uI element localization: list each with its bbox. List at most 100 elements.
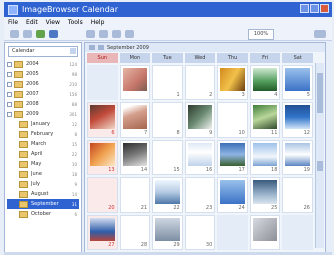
calendar-day-cell[interactable]: 11 xyxy=(249,102,281,138)
calendar-day-cell[interactable]: 7 xyxy=(119,102,151,138)
calendar-day-cell[interactable]: 5 xyxy=(282,65,313,101)
expand-icon[interactable] xyxy=(7,91,12,97)
photo-thumbnail[interactable] xyxy=(155,217,180,241)
back-icon[interactable] xyxy=(10,29,19,38)
tree-item[interactable]: June 18 xyxy=(7,169,79,179)
forward-icon[interactable] xyxy=(23,29,32,38)
menu-item-edit[interactable]: Edit xyxy=(26,19,38,26)
calendar-day-cell[interactable]: 22 xyxy=(152,177,183,213)
maximize-button[interactable] xyxy=(310,4,319,13)
import-icon[interactable] xyxy=(49,29,58,38)
calendar-day-cell[interactable]: 8 xyxy=(152,102,183,138)
photo-thumbnail[interactable] xyxy=(220,68,245,92)
photo-thumbnail[interactable] xyxy=(252,217,278,241)
tree-item[interactable]: April 22 xyxy=(7,149,79,159)
calendar-day-cell[interactable]: 1 xyxy=(152,65,183,101)
calendar-day-cell[interactable]: 23 xyxy=(184,177,216,213)
slideshow-icon[interactable] xyxy=(112,29,121,38)
calendar-day-cell[interactable]: 14 xyxy=(119,139,151,176)
expand-icon[interactable] xyxy=(7,111,12,117)
calendar-day-cell[interactable]: 30 xyxy=(184,214,216,250)
calendar-day-cell[interactable]: 15 xyxy=(152,139,183,176)
photo-thumbnail[interactable] xyxy=(155,180,180,204)
photo-thumbnail[interactable] xyxy=(220,180,245,204)
print-icon[interactable] xyxy=(125,29,134,38)
photo-thumbnail[interactable] xyxy=(90,142,115,167)
tree-item[interactable]: February 8 xyxy=(7,129,79,139)
calendar-day-cell[interactable]: 13 xyxy=(87,139,118,176)
rotate-right-icon[interactable] xyxy=(99,29,108,38)
expand-icon[interactable] xyxy=(7,71,12,77)
photo-thumbnail[interactable] xyxy=(285,142,310,167)
close-button[interactable] xyxy=(320,4,329,13)
photo-thumbnail[interactable] xyxy=(285,105,310,129)
photo-thumbnail[interactable] xyxy=(187,105,213,129)
calendar-day-cell[interactable]: 24 xyxy=(217,177,248,213)
photo-thumbnail[interactable] xyxy=(187,142,213,167)
tree-item[interactable]: 2005 98 xyxy=(7,69,79,79)
calendar-day-cell[interactable]: 29 xyxy=(152,214,183,250)
prev-month-icon[interactable] xyxy=(89,45,95,50)
tree-item[interactable]: July 9 xyxy=(7,179,79,189)
calendar-day-cell[interactable]: 21 xyxy=(119,177,151,213)
calendar-day-cell[interactable]: 18 xyxy=(249,139,281,176)
tree-item[interactable]: May 10 xyxy=(7,159,79,169)
next-month-icon[interactable] xyxy=(98,45,104,50)
expand-icon[interactable] xyxy=(7,81,12,87)
refresh-icon[interactable] xyxy=(36,29,45,38)
calendar-day-cell[interactable]: 10 xyxy=(217,102,248,138)
photo-thumbnail[interactable] xyxy=(252,142,278,167)
menu-item-help[interactable]: Help xyxy=(91,19,105,26)
zoom-select[interactable]: 100% xyxy=(248,29,274,40)
photo-thumbnail[interactable] xyxy=(252,68,278,92)
calendar-day-cell[interactable]: 17 xyxy=(217,139,248,176)
calendar-day-cell[interactable]: 19 xyxy=(282,139,313,176)
tree-item[interactable]: January 12 xyxy=(7,119,79,129)
photo-thumbnail[interactable] xyxy=(252,105,278,129)
tree-item[interactable]: 2007 156 xyxy=(7,89,79,99)
expand-icon[interactable] xyxy=(7,61,12,67)
calendar-day-cell[interactable]: 16 xyxy=(184,139,216,176)
photo-thumbnail[interactable] xyxy=(90,217,115,241)
calendar-day-cell[interactable] xyxy=(249,214,281,250)
calendar-day-cell[interactable]: 27 xyxy=(87,214,118,250)
photo-thumbnail[interactable] xyxy=(122,68,148,92)
tree-item[interactable]: 2004 124 xyxy=(7,59,79,69)
calendar-day-cell[interactable]: 6 xyxy=(87,102,118,138)
calendar-day-cell[interactable]: 4 xyxy=(249,65,281,101)
tree-item[interactable]: 2009 301 xyxy=(7,109,79,119)
expand-icon[interactable] xyxy=(7,101,12,107)
menu-item-file[interactable]: File xyxy=(8,19,18,26)
tree-item[interactable]: 2008 88 xyxy=(7,99,79,109)
calendar-scrollbar[interactable] xyxy=(315,63,324,248)
photo-thumbnail[interactable] xyxy=(220,142,245,167)
tree-item[interactable]: March 15 xyxy=(7,139,79,149)
view-combo[interactable]: Calendar xyxy=(8,46,78,57)
minimize-button[interactable] xyxy=(300,4,309,13)
photo-thumbnail[interactable] xyxy=(285,68,310,92)
calendar-day-cell[interactable]: 26 xyxy=(282,177,313,213)
photo-thumbnail[interactable] xyxy=(252,180,278,204)
calendar-day-cell[interactable]: 12 xyxy=(282,102,313,138)
photo-thumbnail[interactable] xyxy=(90,105,115,129)
tree-item[interactable]: 2006 210 xyxy=(7,79,79,89)
chevron-down-icon[interactable] xyxy=(70,48,76,54)
calendar-day-cell[interactable] xyxy=(119,65,151,101)
calendar-day-cell[interactable]: 28 xyxy=(119,214,151,250)
calendar-day-cell[interactable]: 20 xyxy=(87,177,118,213)
tree-item[interactable]: September 31 xyxy=(7,199,79,209)
calendar-day-cell[interactable]: 3 xyxy=(217,65,248,101)
calendar-day-cell[interactable]: 2 xyxy=(184,65,216,101)
tree-item[interactable]: October 6 xyxy=(7,209,79,219)
tree-item[interactable]: August 14 xyxy=(7,189,79,199)
menu-item-tools[interactable]: Tools xyxy=(68,19,83,26)
scrollbar-thumb[interactable] xyxy=(317,73,323,113)
photo-thumbnail[interactable] xyxy=(122,105,148,129)
rotate-left-icon[interactable] xyxy=(86,29,95,38)
menu-item-view[interactable]: View xyxy=(46,19,60,26)
calendar-day-cell[interactable]: 25 xyxy=(249,177,281,213)
photo-thumbnail[interactable] xyxy=(122,142,148,167)
scrollbar-thumb-secondary[interactable] xyxy=(317,161,323,171)
options-icon[interactable] xyxy=(314,30,326,38)
calendar-day-cell[interactable]: 9 xyxy=(184,102,216,138)
